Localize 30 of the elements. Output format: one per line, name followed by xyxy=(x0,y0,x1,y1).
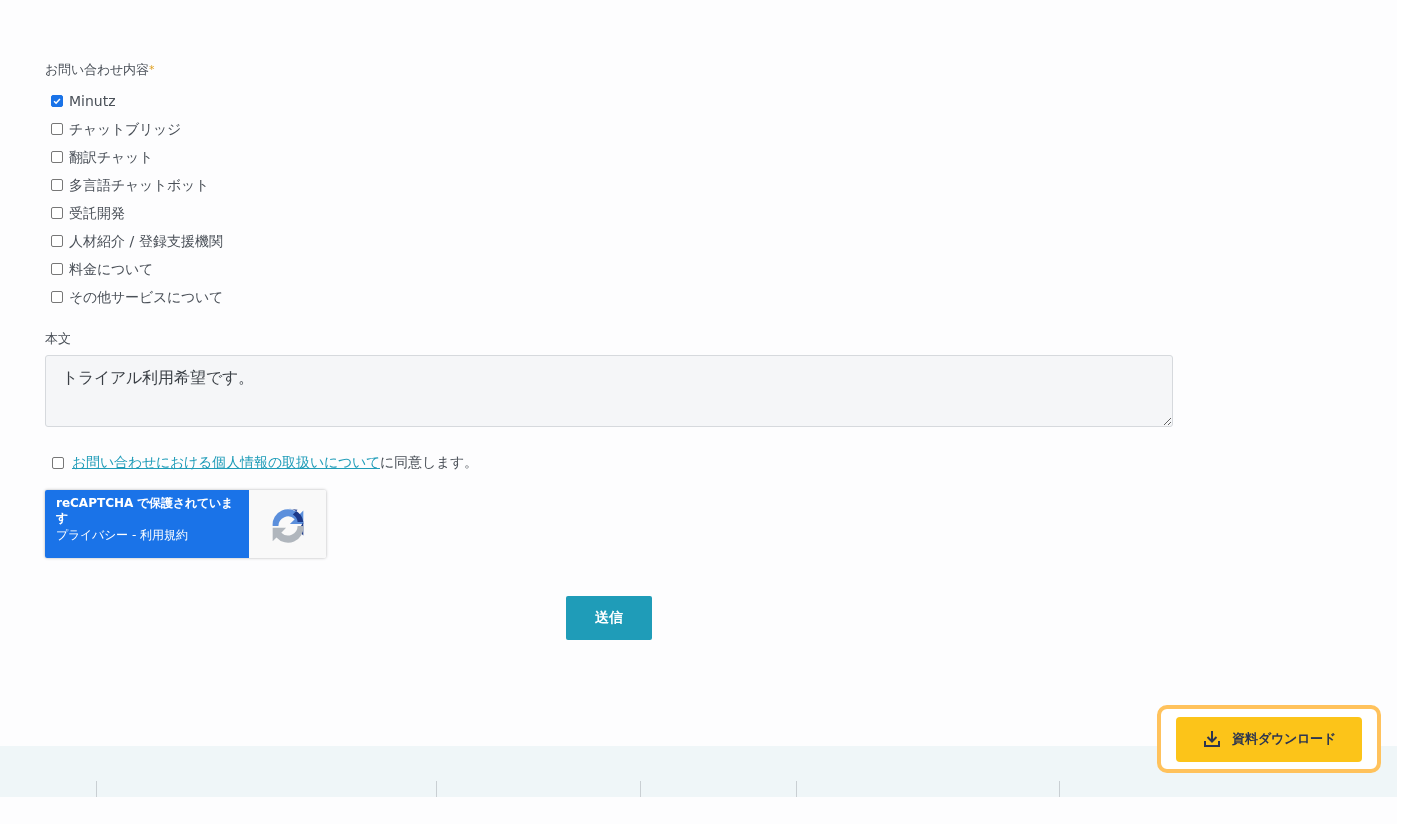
checkbox-label: 人材紹介 / 登録支援機関 xyxy=(69,232,223,251)
privacy-link[interactable]: プライバシー xyxy=(56,528,128,543)
terms-link[interactable]: 利用規約 xyxy=(140,528,189,543)
checkbox[interactable] xyxy=(51,207,63,219)
required-mark: * xyxy=(149,63,155,76)
separator: - xyxy=(132,528,137,543)
checkbox[interactable] xyxy=(51,235,63,247)
checkbox[interactable] xyxy=(51,95,63,107)
field-label: お問い合わせ内容 xyxy=(45,62,149,77)
checkbox[interactable] xyxy=(51,291,63,303)
download-button[interactable]: 資料ダウンロード xyxy=(1176,716,1362,762)
checkbox-label: 翻訳チャット xyxy=(69,148,153,167)
checkbox[interactable] xyxy=(52,457,64,469)
checkbox-label: 料金について xyxy=(69,260,153,279)
checkbox[interactable] xyxy=(51,179,63,191)
text-area[interactable]: トライアル利用希望です。 xyxy=(45,355,1173,427)
checkbox[interactable] xyxy=(51,123,63,135)
recaptcha-text: reCAPTCHA で保護されています xyxy=(56,496,235,526)
download-icon xyxy=(1202,729,1222,749)
checkbox-label: その他サービスについて xyxy=(69,288,223,307)
checkbox-label: 受託開発 xyxy=(69,204,125,223)
checkbox-label: 多言語チャットボット xyxy=(69,176,209,195)
field-label: 本文 xyxy=(45,330,72,348)
checkbox-label: チャットブリッジ xyxy=(69,120,181,139)
checkbox[interactable] xyxy=(51,263,63,275)
consent-sentence: お問い合わせにおける個人情報の取扱いについて に同意します。 xyxy=(72,454,478,472)
checkbox-label: Minutz xyxy=(69,92,116,111)
checkbox[interactable] xyxy=(51,151,63,163)
privacy-policy-link[interactable]: お問い合わせにおける個人情報の取扱いについて xyxy=(72,454,380,470)
submit-button[interactable]: 送信 xyxy=(566,596,652,640)
